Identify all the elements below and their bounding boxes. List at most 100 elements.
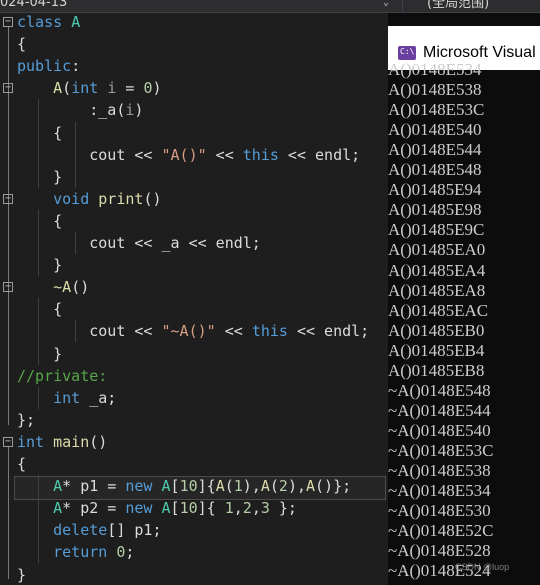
console-output-line: ~A()0148E530	[388, 501, 491, 521]
code-token: A	[161, 477, 171, 496]
code-token: 2	[242, 499, 252, 518]
code-token: {	[17, 455, 27, 473]
code-token: int	[71, 79, 99, 98]
code-token: <<	[215, 322, 252, 341]
code-text: cout << _a << endl;	[17, 232, 261, 254]
scope-dropdown[interactable]: (全局范围)	[402, 0, 540, 13]
code-token: //private:	[17, 366, 108, 385]
code-line[interactable]: }	[0, 343, 388, 365]
code-line[interactable]: {	[0, 453, 388, 475]
console-output-line: A()01485EAC	[388, 300, 489, 320]
code-text: class A	[17, 11, 80, 33]
code-line[interactable]: }	[0, 166, 388, 188]
code-line[interactable]: int _a;	[0, 387, 388, 409]
code-text: :_a(i)	[17, 99, 143, 121]
code-line[interactable]: :_a(i)	[0, 99, 388, 121]
code-text: }	[17, 166, 62, 188]
code-line[interactable]: {	[0, 33, 388, 55]
code-line[interactable]: class A	[0, 11, 388, 33]
code-token: ]{	[197, 477, 216, 496]
code-token: =	[116, 79, 144, 98]
code-line[interactable]: A* p1 = new A[10]{A(1),A(2),A()};	[0, 475, 388, 497]
code-line[interactable]: cout << "~A()" << this << endl;	[0, 320, 388, 342]
code-token: [] p1;	[107, 521, 162, 540]
code-token: cout <<	[17, 322, 162, 341]
watermark: CSDN @luop	[455, 562, 510, 572]
file-breadcrumb[interactable]: 024-04-13	[0, 0, 67, 10]
code-text: public:	[17, 55, 80, 77]
code-token: _a;	[80, 388, 117, 407]
fold-toggle-icon[interactable]: −	[3, 83, 13, 94]
code-line[interactable]: delete[] p1;	[0, 519, 388, 541]
code-token: this	[242, 145, 279, 164]
code-token: new	[125, 499, 153, 518]
code-token: (	[269, 477, 279, 496]
code-line[interactable]: {	[0, 298, 388, 320]
console-output-line: A()01485EA8	[388, 280, 486, 300]
code-token: int	[53, 388, 81, 407]
code-line[interactable]: ~A()	[0, 276, 388, 298]
code-line[interactable]: {	[0, 210, 388, 232]
console-output-line: A()01485EB4	[388, 340, 485, 360]
code-line[interactable]: return 0;	[0, 541, 388, 563]
code-line[interactable]: A* p2 = new A[10]{ 1,2,3 };	[0, 497, 388, 519]
code-text: }	[17, 254, 62, 276]
code-token: int	[17, 432, 45, 451]
code-line[interactable]: void print()	[0, 188, 388, 210]
code-line[interactable]: //private:	[0, 365, 388, 387]
fold-toggle-icon[interactable]: −	[3, 436, 13, 447]
console-output-line: ~A()0148E544	[388, 400, 491, 420]
code-line[interactable]: public:	[0, 55, 388, 77]
code-line[interactable]: {	[0, 122, 388, 144]
chevron-down-icon[interactable]: ⌄	[383, 0, 389, 8]
code-token: A	[215, 477, 225, 496]
console-output-line: ~A()0148E528	[388, 541, 491, 561]
code-token: :	[17, 101, 99, 120]
code-token: delete	[53, 521, 108, 540]
code-line[interactable]: A(int i = 0)	[0, 77, 388, 99]
code-token: << endl;	[278, 145, 361, 164]
console-app-icon-label: C:\	[400, 47, 415, 56]
code-token: A	[71, 13, 81, 31]
code-line[interactable]: cout << _a << endl;	[0, 232, 388, 254]
code-token: this	[251, 322, 288, 341]
code-text: A* p2 = new A[10]{ 1,2,3 };	[17, 497, 297, 519]
console-output-line: A()01485E94	[388, 180, 482, 200]
code-token: };	[269, 499, 297, 518]
code-token: ()	[143, 189, 162, 208]
code-editor[interactable]: class A{public: A(int i = 0) :_a(i) { co…	[0, 0, 388, 585]
fold-toggle-icon[interactable]: −	[3, 193, 13, 204]
code-token: ),	[287, 477, 306, 496]
code-token: A	[53, 79, 63, 98]
fold-toggle-icon[interactable]: −	[3, 282, 13, 293]
console-window[interactable]: C:\ Microsoft Visual A()0148E534 A()0148E…	[388, 13, 540, 585]
code-token: 3	[260, 499, 270, 518]
code-text: delete[] p1;	[17, 519, 162, 541]
console-output-line: ~A()0148E540	[388, 420, 491, 440]
code-line[interactable]: };	[0, 409, 388, 431]
code-token: ~A	[53, 278, 72, 297]
console-output-line: A()01485EB0	[388, 320, 485, 340]
code-token: ),	[242, 477, 261, 496]
console-output-line: A()0148E544	[388, 140, 482, 160]
code-token: * p1 =	[62, 477, 126, 496]
code-token: 1	[233, 477, 243, 496]
code-line[interactable]: int main()	[0, 431, 388, 453]
code-text: void print()	[17, 188, 162, 210]
code-line[interactable]: }	[0, 564, 388, 585]
code-text: {	[17, 210, 62, 232]
fold-toggle-icon[interactable]: −	[3, 17, 13, 27]
code-text: {	[17, 122, 62, 144]
code-text: };	[17, 409, 35, 431]
code-text: A(int i = 0)	[17, 77, 161, 99]
code-token: _a	[98, 101, 117, 120]
code-line[interactable]: }	[0, 254, 388, 276]
code-token: cout <<	[17, 145, 162, 164]
code-text: {	[17, 298, 62, 320]
code-line[interactable]: cout << "A()" << this << endl;	[0, 144, 388, 166]
code-text: }	[17, 343, 62, 365]
